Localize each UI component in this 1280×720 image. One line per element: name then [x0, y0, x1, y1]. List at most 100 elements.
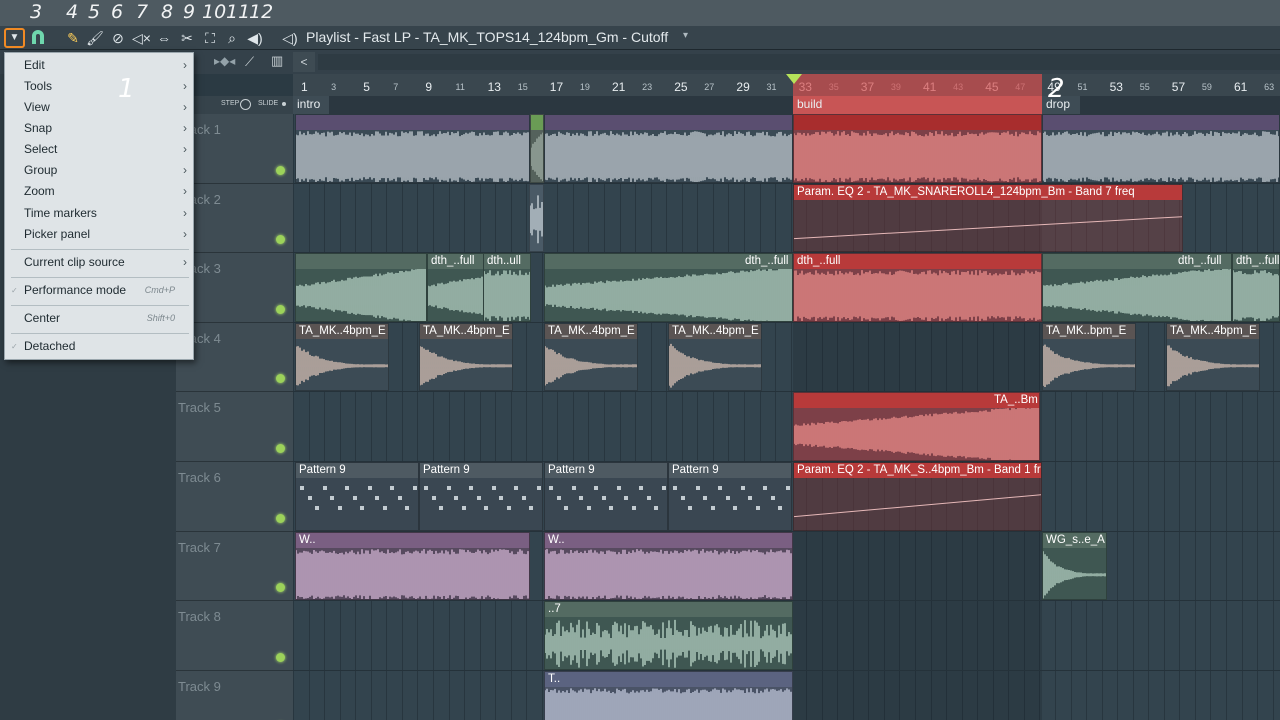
clip-track4-kick[interactable]: TA_MK..4bpm_E — [668, 322, 762, 392]
menu-item-center[interactable]: Center Shift+0 — [5, 308, 193, 329]
track-enable-led[interactable] — [276, 304, 285, 314]
slip-icon[interactable]: ⇔ — [155, 29, 173, 47]
marker-intro[interactable]: intro — [293, 96, 329, 114]
menu-item-snap[interactable]: Snap › — [5, 118, 193, 139]
playlist-title[interactable]: Playlist - Fast LP - TA_MK_TOPS14_124bpm… — [306, 29, 668, 45]
track-enable-led[interactable] — [276, 443, 285, 453]
speaker-icon[interactable]: ◀) — [246, 29, 264, 47]
clip-track4-kick[interactable]: TA_MK..4bpm_E — [544, 322, 638, 392]
clip-track8[interactable]: ..7 — [544, 601, 793, 670]
menu-item-detached[interactable]: ✓ Detached — [5, 336, 193, 357]
clip-title: W.. — [545, 532, 792, 548]
clip-track1-b[interactable] — [530, 114, 544, 183]
piano-icon[interactable]: ▥ — [271, 53, 283, 69]
track-enable-led[interactable] — [276, 235, 285, 245]
clip-track6-pattern[interactable]: Pattern 9 — [668, 462, 792, 531]
clip-track6-eq[interactable]: Param. EQ 2 - TA_MK_S..4bpm_Bm - Band 1 … — [793, 462, 1042, 531]
clip-track1-c[interactable] — [544, 114, 793, 183]
magnet-icon[interactable] — [29, 29, 47, 47]
clip-track7-b[interactable]: W.. — [544, 531, 793, 601]
clip-track4-kick[interactable]: TA_MK..bpm_E — [1042, 322, 1136, 392]
pattern-note — [499, 496, 503, 500]
clip-track4-kick[interactable]: TA_MK..4bpm_E — [295, 322, 389, 392]
clip-title: dth..ull — [484, 254, 530, 270]
track-header[interactable]: Track 6 — [176, 462, 293, 532]
menu-separator — [11, 277, 189, 278]
menu-arrow-icon[interactable]: ▼ — [4, 28, 25, 48]
menu-item-edit[interactable]: Edit › — [5, 55, 193, 76]
automation-icon[interactable]: ⟋ — [245, 54, 254, 70]
playlist-grid[interactable]: Param. EQ 2 - TA_MK_SNAREROLL4_124bpm_Bm… — [293, 114, 1280, 720]
pencil-icon[interactable]: ✎ — [64, 29, 82, 47]
clip-track1-a[interactable] — [295, 114, 530, 183]
menu-item-tools[interactable]: Tools › — [5, 76, 193, 97]
horizontal-scrollbar[interactable] — [318, 54, 1280, 70]
menu-item-select[interactable]: Select › — [5, 139, 193, 160]
menu-item-zoom[interactable]: Zoom › — [5, 181, 193, 202]
menu-item-view[interactable]: View › — [5, 97, 193, 118]
clip-waveform — [530, 185, 543, 252]
slice-icon[interactable]: ✂ — [178, 29, 196, 47]
clip-track6-pattern[interactable]: Pattern 9 — [295, 462, 419, 531]
clip-title: Pattern 9 — [420, 463, 542, 478]
clip-track7-wg[interactable]: WG_s..e_A — [1042, 531, 1107, 601]
track-header[interactable]: Track 9 — [176, 670, 293, 720]
playhead-marker[interactable] — [786, 74, 802, 84]
slide-dot[interactable] — [282, 102, 286, 106]
menu-label: Time markers — [24, 206, 97, 220]
clip-waveform — [1043, 130, 1279, 182]
scroll-left-icon[interactable]: < — [293, 52, 315, 72]
clip-title: ..7 — [545, 602, 792, 618]
track-name: Track 5 — [178, 400, 221, 416]
clip-track4-kick[interactable]: TA_MK..4bpm_E — [419, 322, 513, 392]
clip-track2-eq[interactable]: Param. EQ 2 - TA_MK_SNAREROLL4_124bpm_Bm… — [793, 183, 1183, 253]
clip-track5-build[interactable]: TA_..Bm — [793, 392, 1040, 461]
track-header[interactable]: Track 5 — [176, 392, 293, 462]
clip-track6-pattern[interactable]: Pattern 9 — [544, 462, 668, 531]
menu-item-picker-panel[interactable]: Picker panel › — [5, 224, 193, 245]
pattern-note — [322, 486, 327, 490]
track-header[interactable]: Track 7 — [176, 531, 293, 602]
mute-icon[interactable]: ◁× — [132, 29, 151, 47]
clip-track3-build[interactable]: dth_..full — [793, 253, 1042, 322]
clip-track4-kick[interactable]: TA_MK..4bpm_E — [1166, 322, 1260, 392]
clip-track1-build[interactable] — [793, 114, 1042, 183]
delete-icon[interactable]: ⊘ — [109, 29, 127, 47]
track-lane[interactable] — [293, 392, 1280, 462]
clip-track9[interactable]: T.. — [544, 670, 793, 720]
clip-track3-e[interactable]: dth_..full — [1042, 253, 1232, 322]
clip-track7-a[interactable]: W.. — [295, 531, 530, 601]
clip-track2-snip[interactable] — [529, 183, 544, 253]
track-enable-led[interactable] — [276, 513, 285, 523]
step-slide-toggle[interactable] — [240, 99, 251, 110]
ruler-bar-number: 23 — [642, 82, 653, 92]
clip-track3-f[interactable]: dth_..full — [1232, 253, 1280, 322]
pattern-note — [616, 486, 621, 490]
marker-build[interactable]: build — [793, 96, 1042, 114]
chevron-down-icon[interactable]: ▾ — [683, 30, 688, 41]
clip-track6-pattern[interactable]: Pattern 9 — [419, 462, 543, 531]
menu-item-performance-mode[interactable]: ✓ Performance mode Cmd+P — [5, 280, 193, 301]
track-header[interactable]: Track 8 — [176, 601, 293, 671]
track-enable-led[interactable] — [276, 652, 285, 662]
menu-item-group[interactable]: Group › — [5, 160, 193, 181]
select-icon[interactable]: ⛶ — [201, 29, 219, 47]
clip-track1-d[interactable] — [1042, 114, 1280, 183]
track-enable-led[interactable] — [276, 583, 285, 593]
snap-waveform-icon[interactable]: ▸◆◂ — [214, 54, 235, 68]
paint-brush-icon[interactable]: 🖌 — [86, 29, 104, 47]
clip-track3-c[interactable]: dth_..full — [544, 253, 793, 322]
menu-label: Group — [24, 163, 58, 177]
menu-item-current-clip-source[interactable]: Current clip source › — [5, 252, 193, 273]
ruler-bar-number: 5 — [363, 80, 370, 94]
pattern-note — [680, 496, 685, 500]
track-enable-led[interactable] — [276, 165, 285, 175]
clip-track3-b[interactable]: dth..ull — [483, 253, 531, 322]
zoom-icon[interactable]: ⌕ — [223, 29, 241, 47]
menu-item-time-markers[interactable]: Time markers › — [5, 203, 193, 224]
clip-track3-a[interactable] — [295, 253, 427, 322]
audio-preview-icon[interactable]: ◁) — [281, 29, 299, 47]
clip-title: TA_MK..4bpm_E — [296, 323, 388, 339]
menu-label: Center — [24, 311, 61, 325]
track-enable-led[interactable] — [276, 374, 285, 384]
